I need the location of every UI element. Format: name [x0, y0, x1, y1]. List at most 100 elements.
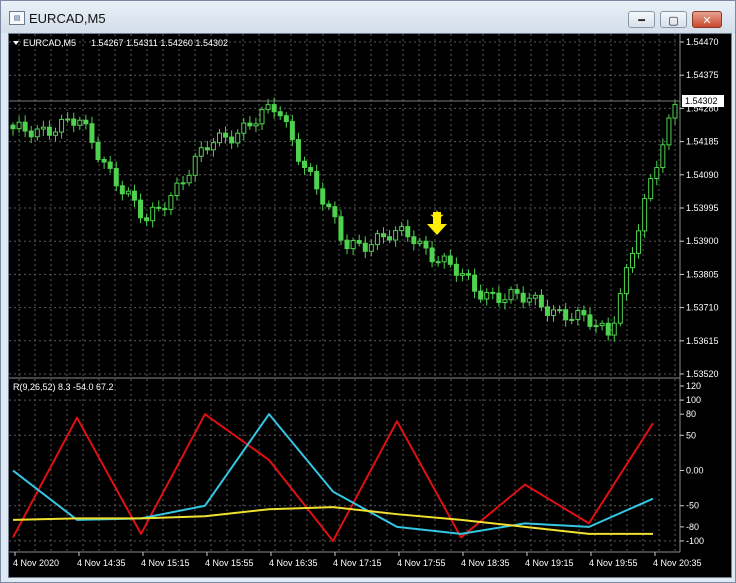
- candle-body: [472, 274, 478, 292]
- minimize-button[interactable]: ━: [628, 11, 655, 28]
- candle-body: [216, 132, 222, 144]
- time-tick-label: 4 Nov 18:35: [461, 558, 510, 568]
- indicator-tick-label: 50: [686, 430, 696, 440]
- candle-body: [605, 322, 611, 336]
- candle-body: [326, 203, 332, 208]
- candle-body: [71, 118, 77, 126]
- chart-area[interactable]: 1.54470 1.54375 1.54280 1.54185 1.54090 1.539…: [8, 33, 732, 578]
- price-tick-label: 1.54375: [686, 70, 719, 80]
- candle-body: [332, 206, 338, 218]
- candle-body: [107, 161, 113, 169]
- candle-body: [526, 297, 532, 303]
- price-tick-label: 1.53900: [686, 236, 719, 246]
- candle-body: [138, 199, 144, 219]
- candle-body: [16, 121, 22, 130]
- candle-body: [672, 104, 678, 119]
- candle-body: [599, 322, 605, 327]
- maximize-button[interactable]: ▢: [660, 11, 687, 28]
- indicator-tick-label: 80: [686, 409, 696, 419]
- candle-body: [623, 267, 629, 295]
- candle-body: [490, 291, 496, 294]
- time-tick-label: 4 Nov 17:55: [397, 558, 446, 568]
- candle-body: [235, 132, 241, 144]
- price-tick-label: 1.54185: [686, 137, 719, 147]
- chart-canvas[interactable]: 1.544701.543751.542801.541851.540901.539…: [9, 34, 731, 577]
- candle-body: [10, 124, 16, 130]
- time-tick-label: 4 Nov 15:15: [141, 558, 190, 568]
- candle-body: [520, 292, 526, 303]
- candle-body: [338, 216, 344, 241]
- chart-window-icon[interactable]: ▤: [9, 11, 25, 25]
- candle-body: [453, 263, 459, 276]
- candle-body: [356, 240, 362, 244]
- candle-body: [569, 318, 575, 321]
- candle-body: [162, 207, 168, 211]
- candle-body: [466, 273, 472, 276]
- time-tick-label: 4 Nov 19:55: [589, 558, 638, 568]
- time-tick-label: 4 Nov 16:35: [269, 558, 318, 568]
- candle-body: [229, 136, 235, 144]
- price-tick-label: 1.53710: [686, 303, 719, 313]
- candle-body: [642, 198, 648, 232]
- candle-body: [156, 206, 162, 209]
- symbol-label: EURCAD,M5: [23, 38, 76, 48]
- candle-body: [223, 132, 229, 138]
- candle-body: [575, 310, 581, 320]
- candle-body: [53, 131, 59, 136]
- title-bar[interactable]: ▤ EURCAD,M5 ━ ▢ ✕: [1, 1, 735, 33]
- candle-body: [277, 111, 283, 117]
- candle-body: [119, 185, 125, 195]
- candle-body: [247, 122, 253, 127]
- candle-body: [538, 294, 544, 308]
- candle-body: [59, 118, 65, 133]
- candle-body: [34, 128, 40, 138]
- candle-body: [344, 239, 350, 250]
- candle-body: [502, 299, 508, 304]
- candle-body: [593, 325, 599, 328]
- indicator-tick-label: 120: [686, 381, 701, 391]
- time-tick-label: 4 Nov 2020: [13, 558, 59, 568]
- triangle-down-icon[interactable]: [13, 41, 19, 45]
- indicator-tick-label: -100: [686, 536, 704, 546]
- time-tick-label: 4 Nov 15:55: [205, 558, 254, 568]
- candle-body: [308, 167, 314, 172]
- candle-body: [611, 322, 617, 336]
- indicator-tick-label: 100: [686, 395, 701, 405]
- candle-body: [302, 160, 308, 169]
- candle-body: [22, 121, 28, 132]
- candle-body: [289, 121, 295, 141]
- candle-body: [508, 289, 514, 301]
- candle-body: [210, 142, 216, 151]
- candle-body: [380, 233, 386, 238]
- grid: [9, 34, 680, 552]
- candle-body: [551, 309, 557, 316]
- candle-body: [204, 147, 210, 151]
- indicator-tick-label: -50: [686, 501, 699, 511]
- candle-body: [77, 119, 83, 126]
- candle-body: [666, 117, 672, 146]
- price-tick-label: 1.54470: [686, 37, 719, 47]
- candles: [10, 97, 678, 342]
- candle-body: [192, 155, 198, 176]
- candle-body: [125, 190, 131, 195]
- time-tick-label: 4 Nov 17:15: [333, 558, 382, 568]
- candle-body: [144, 217, 150, 222]
- candle-body: [544, 306, 550, 316]
- time-tick-label: 4 Nov 20:35: [653, 558, 702, 568]
- candle-body: [241, 122, 247, 134]
- close-button[interactable]: ✕: [692, 11, 722, 28]
- indicator-label: R(9,26,52) 8.3 -54.0 67.2: [13, 382, 114, 392]
- candle-body: [180, 182, 186, 185]
- candle-body: [435, 261, 441, 264]
- candle-body: [441, 255, 447, 263]
- candle-body: [350, 240, 356, 250]
- candle-body: [423, 240, 429, 249]
- price-tick-label: 1.53520: [686, 369, 719, 379]
- price-tick-label: 1.53805: [686, 269, 719, 279]
- candle-body: [101, 158, 107, 163]
- candle-body: [393, 230, 399, 241]
- candle-body: [253, 123, 259, 127]
- down-arrow-icon[interactable]: [427, 212, 447, 235]
- candle-body: [28, 130, 34, 138]
- candle-body: [168, 195, 174, 211]
